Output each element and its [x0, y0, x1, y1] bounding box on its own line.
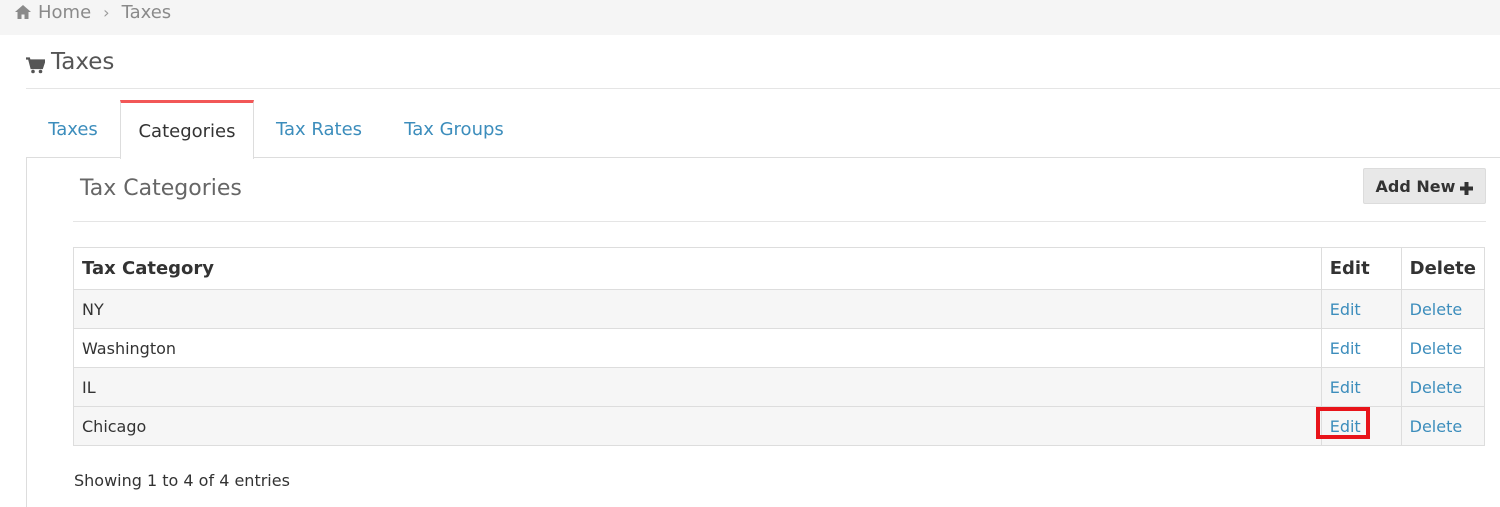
delete-link[interactable]: Delete: [1410, 339, 1463, 358]
tax-category-cell: Washington: [73, 328, 1322, 368]
tab-tax-groups[interactable]: Tax Groups: [384, 100, 524, 158]
tab-taxes[interactable]: Taxes: [26, 100, 120, 158]
table-info: Showing 1 to 4 of 4 entries: [74, 471, 290, 490]
chevron-right-icon: ›: [103, 2, 110, 22]
add-new-label: Add New: [1375, 176, 1456, 196]
tab-tax-rates[interactable]: Tax Rates: [254, 100, 384, 158]
tax-category-cell: NY: [73, 289, 1322, 329]
tab-bar: Taxes Categories Tax Rates Tax Groups: [26, 100, 1500, 159]
column-header-delete[interactable]: Delete: [1400, 247, 1485, 290]
tax-category-cell: Chicago: [73, 406, 1322, 446]
delete-link[interactable]: Delete: [1410, 417, 1463, 436]
table-row: NY Edit Delete: [73, 289, 1485, 329]
breadcrumb: Home › Taxes: [14, 1, 171, 23]
add-new-button[interactable]: Add New: [1363, 168, 1486, 204]
edit-link[interactable]: Edit: [1330, 417, 1361, 436]
table-header-row: Tax Category Edit Delete: [73, 247, 1485, 290]
breadcrumb-home-link[interactable]: Home: [38, 2, 91, 23]
column-header-tax-category[interactable]: Tax Category: [73, 247, 1322, 290]
section-title: Tax Categories: [80, 176, 242, 201]
page-title-text: Taxes: [51, 49, 115, 75]
tax-category-cell: IL: [73, 367, 1322, 407]
table-row: IL Edit Delete: [73, 367, 1485, 407]
table-row: Washington Edit Delete: [73, 328, 1485, 368]
page-title: Taxes: [26, 48, 114, 76]
tab-categories[interactable]: Categories: [120, 100, 254, 159]
column-header-edit[interactable]: Edit: [1320, 247, 1402, 290]
edit-link[interactable]: Edit: [1330, 378, 1361, 397]
breadcrumb-current: Taxes: [121, 1, 172, 23]
home-icon[interactable]: [14, 3, 32, 21]
tax-categories-table: Tax Category Edit Delete NY Edit Delete …: [73, 247, 1485, 446]
delete-link[interactable]: Delete: [1410, 378, 1463, 397]
cart-icon: [26, 54, 47, 73]
edit-link[interactable]: Edit: [1330, 339, 1361, 358]
breadcrumb-bar: Home › Taxes: [0, 0, 1500, 35]
section-divider: [73, 221, 1486, 222]
delete-link[interactable]: Delete: [1410, 300, 1463, 319]
title-divider: [26, 88, 1500, 89]
table-row: Chicago Edit Delete: [73, 406, 1485, 446]
plus-icon: [1460, 180, 1474, 195]
edit-link[interactable]: Edit: [1330, 300, 1361, 319]
